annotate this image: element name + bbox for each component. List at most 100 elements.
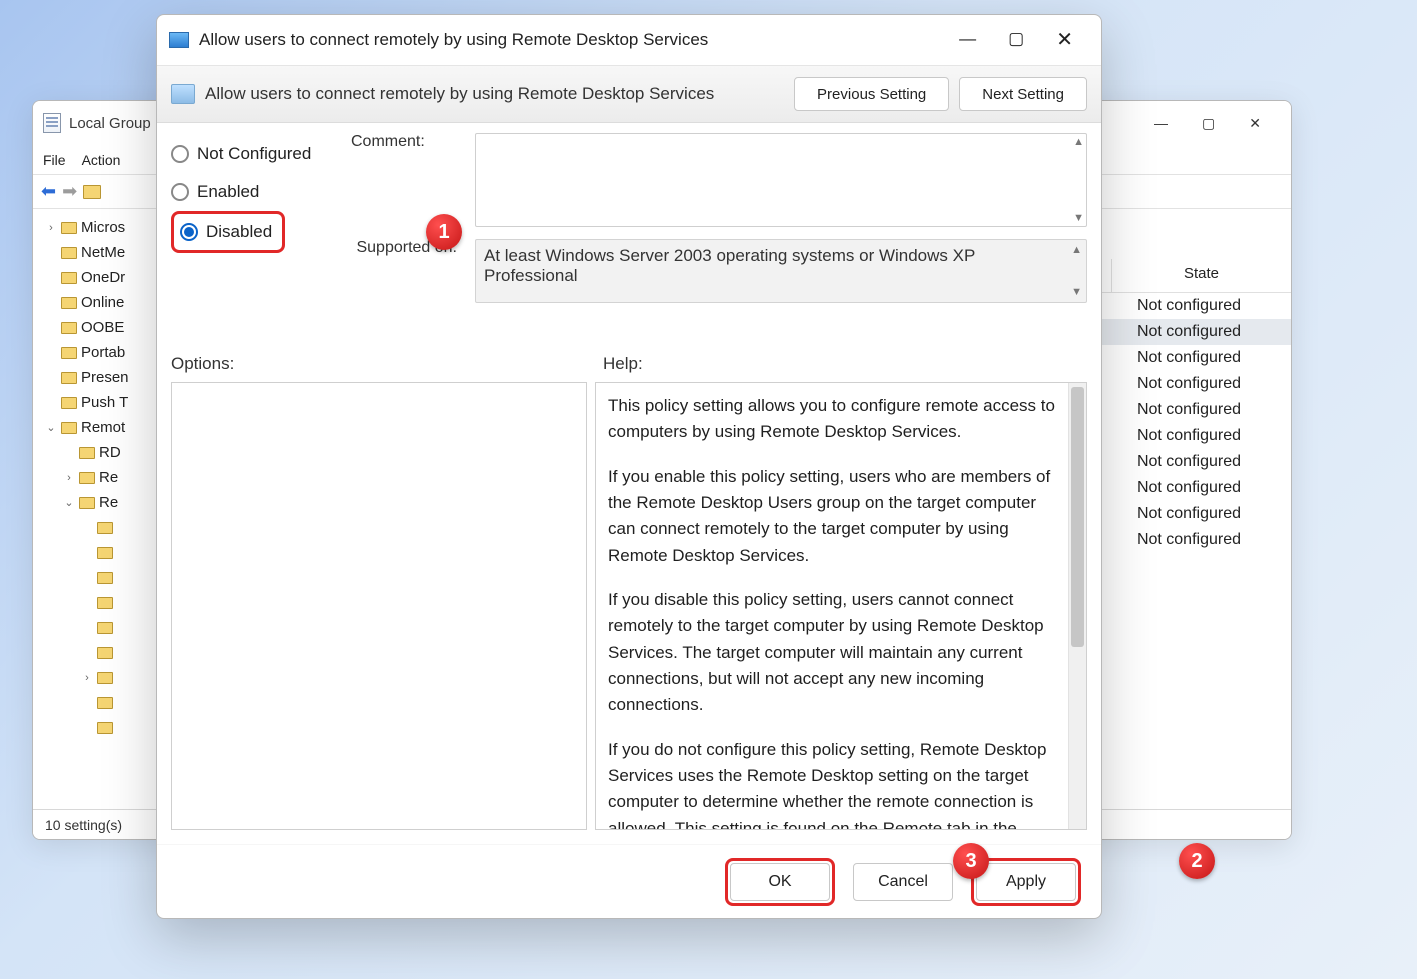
tree-item[interactable] — [45, 615, 157, 640]
nav-forward-icon[interactable]: ➡ — [62, 181, 77, 202]
dialog-subtitle: Allow users to connect remotely by using… — [205, 84, 784, 104]
supported-on-text: At least Windows Server 2003 operating s… — [475, 239, 1087, 303]
gpedit-maximize-button[interactable]: ▢ — [1202, 115, 1215, 132]
tree-item[interactable]: NetMe — [45, 240, 157, 265]
scrollbar-thumb[interactable] — [1071, 387, 1084, 647]
tree-item[interactable] — [45, 715, 157, 740]
tree-item[interactable]: Online — [45, 290, 157, 315]
next-setting-button[interactable]: Next Setting — [959, 77, 1087, 111]
folder-icon — [79, 447, 95, 459]
dialog-maximize-button[interactable]: ▢ — [1008, 30, 1024, 50]
folder-icon — [61, 247, 77, 259]
tree-expand-icon[interactable]: ⌄ — [45, 421, 57, 434]
folder-icon — [97, 547, 113, 559]
radio-not-configured[interactable]: Not Configured — [171, 135, 351, 173]
radio-icon — [180, 223, 198, 241]
comment-textbox[interactable]: ▲ ▼ — [475, 133, 1087, 227]
nav-back-icon[interactable]: ⬅ — [41, 181, 56, 202]
menu-file[interactable]: File — [43, 152, 66, 168]
tree-item[interactable]: › — [45, 665, 157, 690]
folder-icon — [97, 697, 113, 709]
scroll-down-icon[interactable]: ▼ — [1071, 286, 1082, 298]
folder-icon — [97, 622, 113, 634]
tree-item[interactable] — [45, 565, 157, 590]
annotation-badge-1: 1 — [426, 214, 462, 250]
column-header-state[interactable]: State — [1111, 259, 1291, 292]
folder-icon — [97, 522, 113, 534]
tree-expand-icon[interactable]: › — [45, 222, 57, 234]
gpedit-tree-pane[interactable]: ›MicrosNetMe OneDr Online OOBE Portab Presen P… — [33, 209, 158, 837]
dialog-header-strip: Allow users to connect remotely by using… — [157, 65, 1101, 123]
tree-item[interactable] — [45, 590, 157, 615]
tree-expand-icon[interactable]: ⌄ — [63, 496, 75, 509]
supported-on-value: At least Windows Server 2003 operating s… — [484, 246, 975, 285]
tree-item[interactable]: OOBE — [45, 315, 157, 340]
scroll-up-icon[interactable]: ▲ — [1073, 136, 1084, 148]
tree-item-label: OOBE — [81, 319, 124, 336]
tree-item[interactable] — [45, 640, 157, 665]
folder-icon — [97, 672, 113, 684]
tree-item-label: Re — [99, 469, 118, 486]
radio-icon — [171, 145, 189, 163]
radio-label: Enabled — [197, 182, 259, 202]
radio-label: Disabled — [206, 222, 272, 242]
comment-label: Comment: — [351, 133, 451, 227]
radio-disabled[interactable]: Disabled — [176, 216, 278, 248]
ok-button[interactable]: OK — [730, 863, 830, 901]
tree-item[interactable] — [45, 540, 157, 565]
policy-state-radios: Not Configured Enabled Disabled — [171, 133, 351, 348]
folder-icon — [61, 222, 77, 234]
policy-dialog: Allow users to connect remotely by using… — [156, 14, 1102, 919]
folder-icon — [61, 372, 77, 384]
tree-item-label: Presen — [81, 369, 129, 386]
help-paragraph: If you do not configure this policy sett… — [608, 737, 1056, 829]
tree-item[interactable] — [45, 515, 157, 540]
gpedit-app-icon — [43, 113, 61, 133]
folder-icon — [97, 572, 113, 584]
dialog-title: Allow users to connect remotely by using… — [199, 30, 959, 50]
options-label: Options: — [171, 354, 603, 374]
tree-item[interactable] — [45, 690, 157, 715]
tree-item[interactable]: OneDr — [45, 265, 157, 290]
gpedit-minimize-button[interactable]: ― — [1154, 115, 1168, 132]
radio-enabled[interactable]: Enabled — [171, 173, 351, 211]
tree-item[interactable]: ⌄ Remot — [45, 415, 157, 440]
help-text: This policy setting allows you to config… — [596, 383, 1068, 829]
folder-icon — [79, 497, 95, 509]
tree-item-label: Remot — [81, 419, 125, 436]
tree-item[interactable]: Push T — [45, 390, 157, 415]
folder-icon — [97, 597, 113, 609]
menu-action[interactable]: Action — [82, 152, 121, 168]
help-label: Help: — [603, 354, 643, 374]
tree-item[interactable]: ⌄ Re — [45, 490, 157, 515]
help-scrollbar[interactable] — [1068, 383, 1086, 829]
tree-expand-icon[interactable]: › — [63, 472, 75, 484]
scroll-up-icon[interactable]: ▲ — [1071, 244, 1082, 256]
dialog-close-button[interactable]: ✕ — [1056, 30, 1073, 50]
tree-item[interactable]: ›Micros — [45, 215, 157, 240]
previous-setting-button[interactable]: Previous Setting — [794, 77, 949, 111]
dialog-minimize-button[interactable]: ― — [959, 30, 976, 50]
dialog-title-bar: Allow users to connect remotely by using… — [157, 15, 1101, 65]
tree-item-label: OneDr — [81, 269, 125, 286]
toolbar-folder-icon[interactable] — [83, 185, 101, 199]
cancel-button[interactable]: Cancel — [853, 863, 953, 901]
folder-icon — [61, 297, 77, 309]
tree-item[interactable]: Presen — [45, 365, 157, 390]
help-paragraph: If you disable this policy setting, user… — [608, 587, 1056, 719]
tree-expand-icon[interactable]: › — [81, 672, 93, 684]
gpedit-close-button[interactable]: ✕ — [1249, 115, 1261, 132]
tree-item-label: Push T — [81, 394, 128, 411]
tree-item[interactable]: RD — [45, 440, 157, 465]
tree-item-label: RD — [99, 444, 121, 461]
highlight-box-disabled: Disabled — [171, 211, 285, 253]
tree-item-label: Re — [99, 494, 118, 511]
folder-icon — [61, 272, 77, 284]
tree-item[interactable]: › Re — [45, 465, 157, 490]
tree-item[interactable]: Portab — [45, 340, 157, 365]
tree-item-label: Online — [81, 294, 124, 311]
options-pane — [171, 382, 587, 830]
radio-icon — [171, 183, 189, 201]
apply-button[interactable]: Apply — [976, 863, 1076, 901]
scroll-down-icon[interactable]: ▼ — [1073, 212, 1084, 224]
